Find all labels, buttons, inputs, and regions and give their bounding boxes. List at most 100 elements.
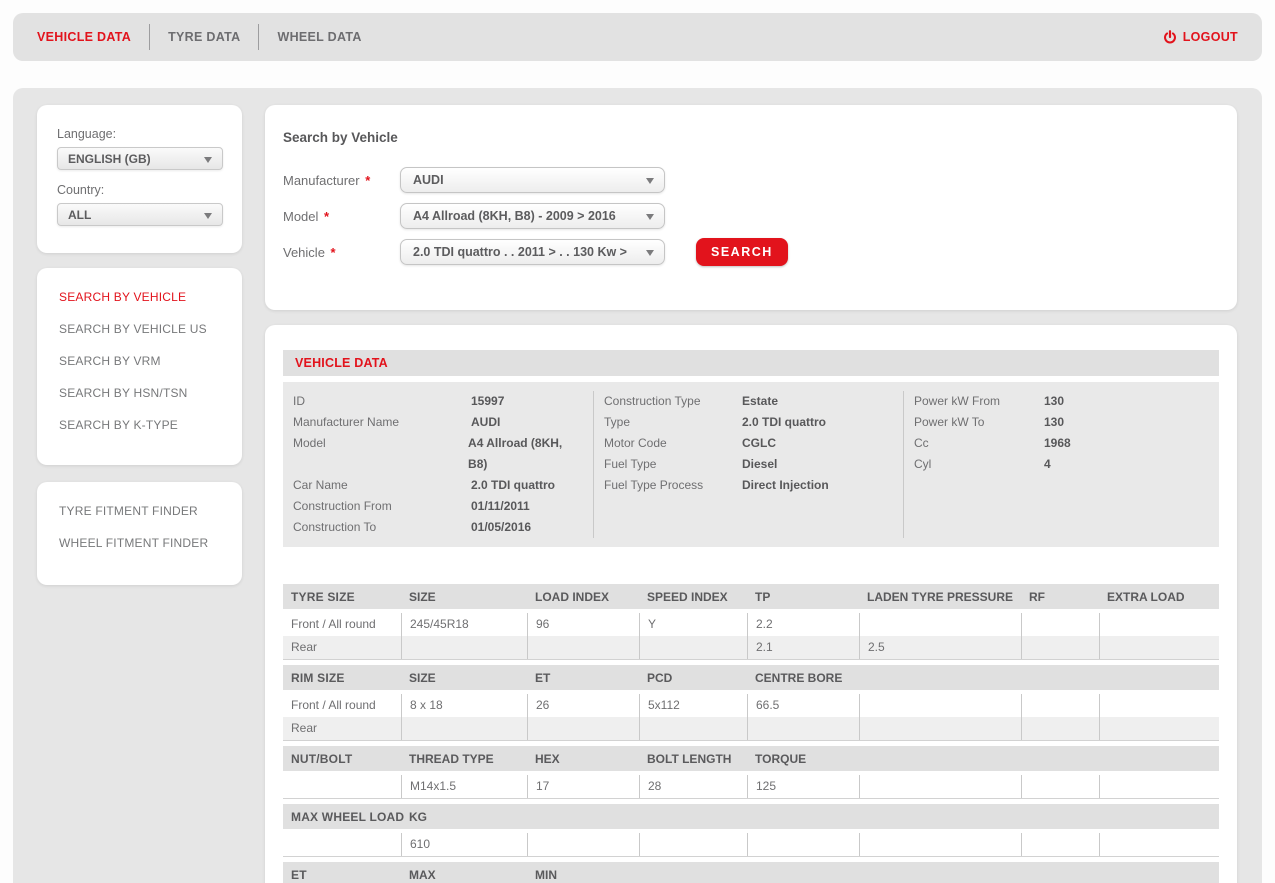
chevron-down-icon [646, 250, 654, 256]
vehicle-data-value: Direct Injection [742, 475, 829, 496]
search-menu-panel: SEARCH BY VEHICLESEARCH BY VEHICLE USSEA… [37, 268, 242, 465]
required-asterisk: * [320, 209, 329, 224]
table-row: M14x1.51728125 [283, 775, 1219, 798]
sidebar-item-search-by-vehicle-us[interactable]: SEARCH BY VEHICLE US [37, 313, 242, 345]
manufacturer-select-value: AUDI [413, 173, 444, 187]
sidebar-item-search-by-vehicle[interactable]: SEARCH BY VEHICLE [37, 281, 242, 313]
column-header: CENTRE BORE [747, 671, 859, 685]
vehicle-data-value: 130 [1044, 391, 1064, 412]
column-header: LADEN TYRE PRESSURE [859, 590, 1021, 604]
logout-button[interactable]: LOGOUT [1163, 30, 1238, 44]
form-row-manufacturer: Manufacturer * AUDI [283, 167, 1219, 193]
table-cell [639, 717, 747, 740]
table-cell [1099, 717, 1219, 740]
table-rows: Front / All round245/45R1896Y2.2Rear2.12… [283, 613, 1219, 660]
sidebar-item-tyre-fitment-finder[interactable]: TYRE FITMENT FINDER [37, 495, 242, 527]
column-header: SIZE [401, 671, 527, 685]
table-cell: 96 [527, 613, 639, 636]
table-section-rim-size: RIM SIZESIZEETPCDCENTRE BOREFront / All … [283, 665, 1219, 741]
table-cell [1099, 636, 1219, 659]
vehicle-data-value: A4 Allroad (8KH, B8) [468, 433, 583, 475]
column-header: LOAD INDEX [527, 590, 639, 604]
column-header: MIN [527, 868, 639, 882]
sidebar-item-wheel-fitment-finder[interactable]: WHEEL FITMENT FINDER [37, 527, 242, 559]
nav-tabs: VEHICLE DATATYRE DATAWHEEL DATA [37, 13, 380, 61]
vehicle-data-value: Diesel [742, 454, 777, 475]
table-cell [1021, 833, 1099, 856]
chevron-down-icon [646, 214, 654, 220]
column-header: SIZE [401, 590, 527, 604]
table-rows: 610 [283, 833, 1219, 857]
vehicle-data-value: 2.0 TDI quattro [471, 475, 555, 496]
required-asterisk: * [327, 245, 336, 260]
vehicle-data-row: ModelA4 Allroad (8KH, B8) [293, 433, 583, 475]
column-header: TP [747, 590, 859, 604]
table-row: Rear2.12.5 [283, 636, 1219, 659]
search-title: Search by Vehicle [283, 130, 1219, 145]
chevron-down-icon [204, 157, 212, 163]
nav-tab-wheel-data[interactable]: WHEEL DATA [259, 30, 379, 44]
column-header: PCD [639, 671, 747, 685]
table-row: Front / All round8 x 18265x11266.5 [283, 694, 1219, 717]
vehicle-data-title: VEHICLE DATA [295, 356, 388, 370]
vehicle-data-row: Cyl4 [914, 454, 1209, 475]
table-title: NUT/BOLT [283, 752, 401, 766]
vehicle-data-row: Power kW To130 [914, 412, 1209, 433]
table-cell: 28 [639, 775, 747, 798]
column-header: TORQUE [747, 752, 859, 766]
country-select-value: ALL [68, 208, 91, 222]
vehicle-data-row: Type2.0 TDI quattro [604, 412, 893, 433]
vehicle-data-label: Fuel Type Process [604, 475, 742, 496]
vehicle-data-column-2: Construction TypeEstateType2.0 TDI quatt… [593, 391, 903, 538]
vehicle-data-label: Fuel Type [604, 454, 742, 475]
vehicle-data-column-1: ID15997Manufacturer NameAUDIModelA4 Allr… [283, 391, 593, 538]
nav-tab-tyre-data[interactable]: TYRE DATA [150, 30, 258, 44]
column-header: ET [527, 671, 639, 685]
column-header: BOLT LENGTH [639, 752, 747, 766]
table-cell: 26 [527, 694, 639, 717]
table-cell: 2.2 [747, 613, 859, 636]
search-panel: Search by Vehicle Manufacturer *AUDIMode… [265, 105, 1237, 310]
search-button[interactable]: SEARCH [696, 238, 788, 266]
vehicle-data-value: 4 [1044, 454, 1051, 475]
vehicle-data-label: Construction To [293, 517, 471, 538]
row-label: Rear [283, 636, 401, 659]
vehicle-data-label: ID [293, 391, 471, 412]
sidebar-item-search-by-hsn-tsn[interactable]: SEARCH BY HSN/TSN [37, 377, 242, 409]
nav-tab-vehicle-data[interactable]: VEHICLE DATA [37, 30, 149, 44]
vehicle-data-row: Construction TypeEstate [604, 391, 893, 412]
table-row: Rear [283, 717, 1219, 740]
model-select[interactable]: A4 Allroad (8KH, B8) - 2009 > 2016 [400, 203, 665, 229]
column-header: SPEED INDEX [639, 590, 747, 604]
table-title: MAX WHEEL LOAD [283, 810, 401, 824]
required-asterisk: * [362, 173, 371, 188]
vehicle-data-value: 15997 [471, 391, 504, 412]
table-section-nut-bolt: NUT/BOLTTHREAD TYPEHEXBOLT LENGTHTORQUEM… [283, 746, 1219, 799]
vehicle-select[interactable]: 2.0 TDI quattro . . 2011 > . . 130 Kw > [400, 239, 665, 265]
column-header: RF [1021, 590, 1099, 604]
vehicle-select-value: 2.0 TDI quattro . . 2011 > . . 130 Kw > [413, 245, 627, 259]
form-row-vehicle: Vehicle *2.0 TDI quattro . . 2011 > . . … [283, 239, 1219, 265]
table-rows: Front / All round8 x 18265x11266.5Rear [283, 694, 1219, 741]
manufacturer-select[interactable]: AUDI [400, 167, 665, 193]
vehicle-data-value: 01/11/2011 [471, 496, 530, 517]
power-icon [1163, 30, 1177, 44]
vehicle-data-row: Motor CodeCGLC [604, 433, 893, 454]
table-cell: Y [639, 613, 747, 636]
country-select[interactable]: ALL [57, 203, 223, 226]
table-cell [859, 775, 1021, 798]
vehicle-data-label: Manufacturer Name [293, 412, 471, 433]
locale-panel: Language: ENGLISH (GB) Country: ALL [37, 105, 242, 253]
manufacturer-label: Manufacturer * [283, 173, 400, 188]
row-label [283, 775, 401, 798]
sidebar-item-search-by-k-type[interactable]: SEARCH BY K-TYPE [37, 409, 242, 441]
vehicle-data-row: Cc1968 [914, 433, 1209, 454]
row-label: Front / All round [283, 613, 401, 636]
vehicle-data-label: Motor Code [604, 433, 742, 454]
table-header-et: ETMAXMIN [283, 862, 1219, 883]
table-cell: 8 x 18 [401, 694, 527, 717]
vehicle-data-row: Construction To01/05/2016 [293, 517, 583, 538]
table-cell: 2.5 [859, 636, 1021, 659]
sidebar-item-search-by-vrm[interactable]: SEARCH BY VRM [37, 345, 242, 377]
language-select[interactable]: ENGLISH (GB) [57, 147, 223, 170]
